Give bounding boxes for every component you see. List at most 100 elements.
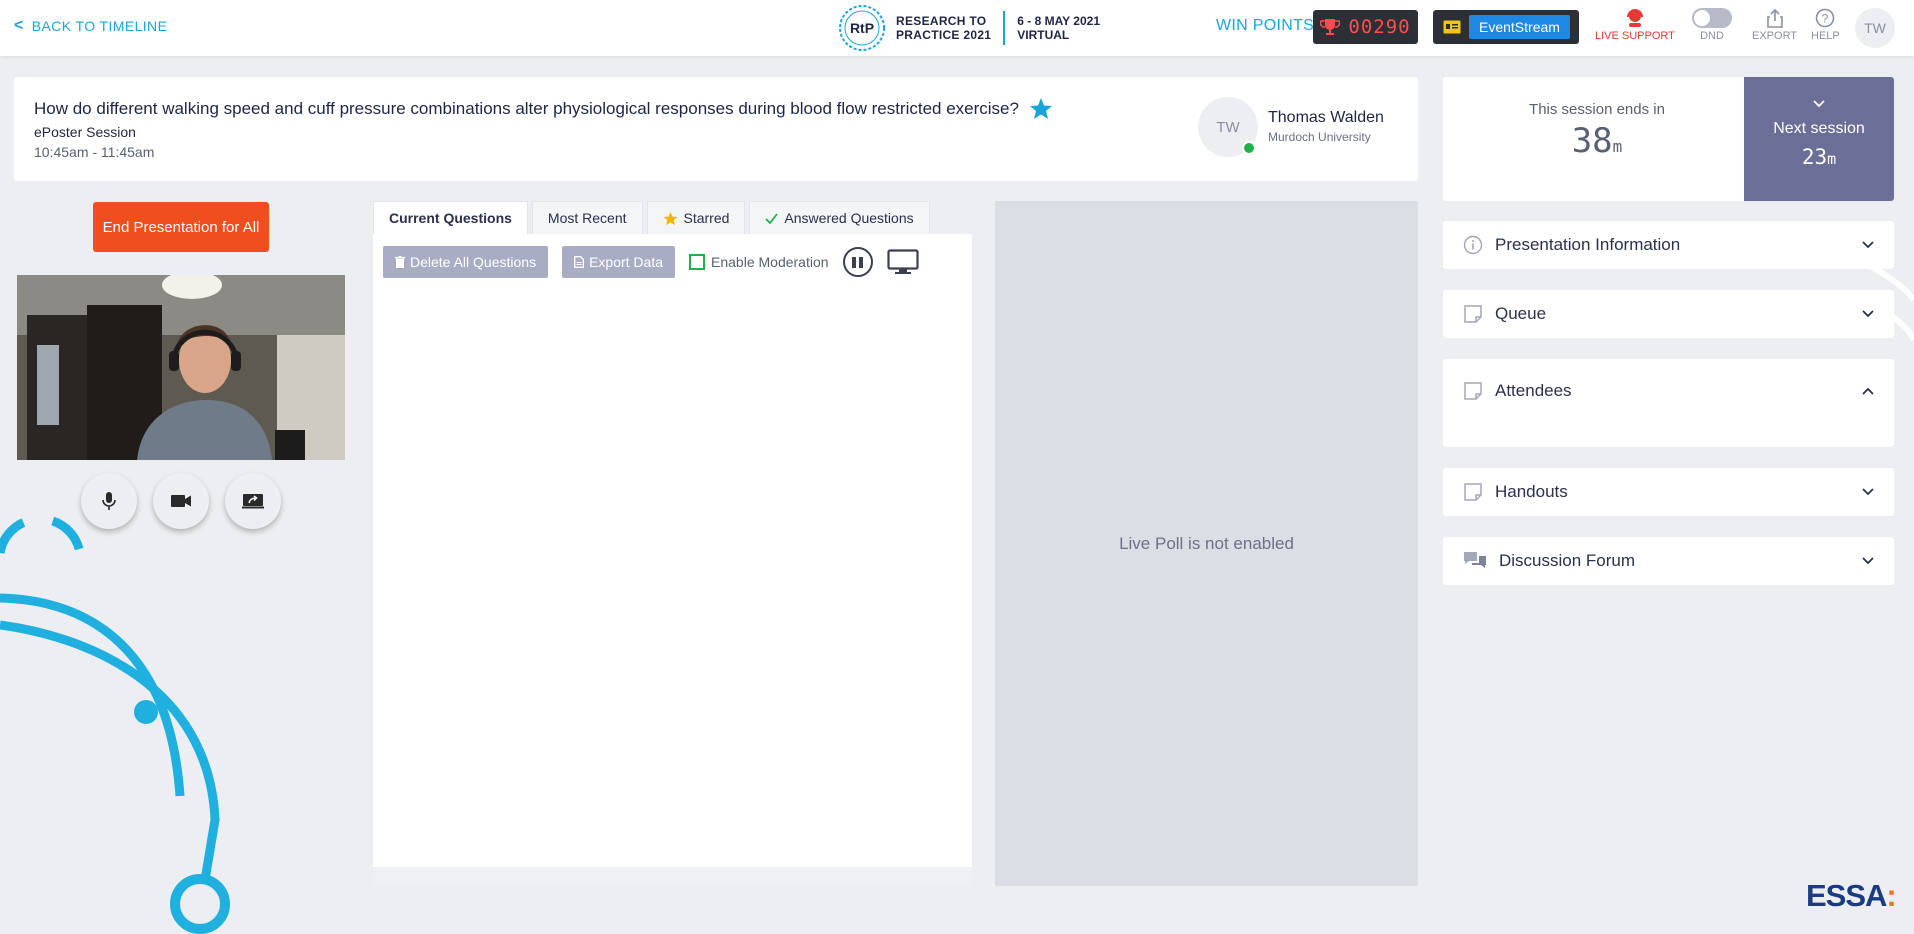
note-icon <box>1464 305 1482 323</box>
delete-all-questions-button[interactable]: Delete All Questions <box>383 246 549 278</box>
event-name-line2: PRACTICE 2021 <box>896 28 992 42</box>
points-value: 00290 <box>1348 16 1411 38</box>
event-date-line2: VIRTUAL <box>1017 28 1070 42</box>
accordion-presentation-information[interactable]: Presentation Information <box>1443 221 1894 269</box>
tab-answered-questions[interactable]: Answered Questions <box>749 201 930 234</box>
eventstream-label: EventStream <box>1469 15 1570 39</box>
session-time: 10:45am - 11:45am <box>34 144 155 160</box>
event-date-line1: 6 - 8 MAY 2021 <box>1017 14 1100 28</box>
questions-panel: Current Questions Most Recent Starred An… <box>373 201 972 886</box>
dnd-toggle[interactable]: DND <box>1692 8 1732 42</box>
accordion-title: Queue <box>1495 304 1547 323</box>
chevron-left-icon: < <box>14 17 24 34</box>
pause-icon <box>852 256 857 268</box>
share-screen-icon <box>242 494 264 509</box>
accordion-discussion-forum[interactable]: Discussion Forum <box>1443 537 1894 585</box>
event-name: RESEARCH TO PRACTICE 2021 <box>896 14 991 42</box>
session-ends-label: This session ends in <box>1529 101 1665 118</box>
trophy-icon <box>1320 19 1341 35</box>
next-session-label: Next session <box>1773 120 1865 137</box>
back-to-timeline-link[interactable]: < BACK TO TIMELINE <box>14 17 167 35</box>
help-label: HELP <box>1811 30 1840 42</box>
tab-label: Most Recent <box>547 210 627 226</box>
pause-button[interactable] <box>842 247 873 277</box>
accordion-header[interactable]: Presentation Information <box>1443 221 1894 269</box>
accordion-header[interactable]: Handouts <box>1443 468 1894 516</box>
win-points-label: WIN POINTS <box>1216 17 1315 34</box>
accordion-header[interactable]: Queue <box>1443 290 1894 338</box>
tab-current-questions[interactable]: Current Questions <box>373 201 528 234</box>
export-button[interactable]: EXPORT <box>1752 8 1797 42</box>
accordion-header[interactable]: Attendees <box>1443 359 1894 423</box>
camera-button[interactable] <box>153 473 209 529</box>
accordion-attendees[interactable]: Attendees <box>1443 359 1894 447</box>
end-presentation-button[interactable]: End Presentation for All <box>93 202 269 252</box>
accordion-title: Presentation Information <box>1495 235 1681 254</box>
enable-moderation-toggle[interactable]: Enable Moderation <box>689 254 829 270</box>
share-screen-button[interactable] <box>225 473 281 529</box>
accordion-title: Discussion Forum <box>1499 551 1636 570</box>
dnd-switch[interactable] <box>1692 8 1732 28</box>
session-header: How do different walking speed and cuff … <box>14 77 1418 181</box>
eventstream-button[interactable]: EventStream <box>1433 10 1579 44</box>
dnd-label: DND <box>1700 30 1724 42</box>
tab-label: Current Questions <box>389 210 512 226</box>
session-ends-number: 38 <box>1571 121 1613 161</box>
session-ends-unit: m <box>1612 137 1623 156</box>
export-data-button[interactable]: Export Data <box>562 246 676 278</box>
accordion-title: Attendees <box>1495 381 1572 400</box>
chevron-down-icon <box>1862 488 1874 496</box>
session-ends-value: 38m <box>1443 121 1751 161</box>
event-logo-text: RtP <box>850 20 874 36</box>
presenter-name[interactable]: Thomas Walden <box>1268 109 1384 127</box>
session-type: ePoster Session <box>34 124 136 140</box>
help-button[interactable]: ? HELP <box>1811 8 1840 42</box>
next-session-value: 23m <box>1744 145 1894 169</box>
monitor-icon[interactable] <box>886 249 919 275</box>
tab-most-recent[interactable]: Most Recent <box>531 201 643 234</box>
brand-divider <box>1003 11 1006 45</box>
accordion-header[interactable]: Discussion Forum <box>1443 537 1894 585</box>
questions-tabs: Current Questions Most Recent Starred An… <box>373 201 972 234</box>
export-data-label: Export Data <box>589 254 664 270</box>
accordion-queue[interactable]: Queue <box>1443 290 1894 338</box>
tab-starred[interactable]: Starred <box>646 201 746 234</box>
essa-logo: ESSA: <box>1806 878 1897 914</box>
next-session-number: 23 <box>1801 145 1828 169</box>
webcam-feed-image <box>17 275 345 460</box>
event-brand: RtP RESEARCH TO PRACTICE 2021 6 - 8 MAY … <box>836 3 1100 53</box>
questions-list: Delete All Questions Export Data Enable … <box>373 234 972 867</box>
help-icon: ? <box>1816 8 1835 28</box>
essa-logo-accent: : <box>1886 878 1896 913</box>
questions-toolbar: Delete All Questions Export Data Enable … <box>383 246 919 278</box>
chevron-down-icon <box>1862 310 1874 318</box>
chevron-down-icon <box>1862 557 1874 565</box>
camera-icon <box>171 495 191 507</box>
note-icon <box>1464 483 1482 501</box>
id-card-icon <box>1443 20 1461 34</box>
chevron-up-icon <box>1862 387 1874 395</box>
live-support-button[interactable]: LIVE SUPPORT <box>1595 8 1675 42</box>
document-icon <box>574 256 585 268</box>
event-logo-icon: RtP <box>839 5 885 51</box>
questions-footer <box>373 867 972 886</box>
moderation-checkbox[interactable] <box>689 254 706 270</box>
event-date: 6 - 8 MAY 2021 VIRTUAL <box>1017 14 1100 42</box>
microphone-button[interactable] <box>81 473 137 529</box>
presenter-organization: Murdoch University <box>1268 130 1371 144</box>
accordion-handouts[interactable]: Handouts <box>1443 468 1894 516</box>
enable-moderation-label: Enable Moderation <box>711 254 829 270</box>
live-poll-panel: Live Poll is not enabled <box>995 201 1418 886</box>
info-icon <box>1463 235 1483 255</box>
essa-logo-text: ESSA <box>1806 878 1887 913</box>
online-status-dot <box>1242 141 1256 155</box>
session-title-row: How do different walking speed and cuff … <box>34 97 1053 120</box>
chevron-down-icon <box>1862 241 1874 249</box>
next-session-button[interactable]: Next session 23m <box>1744 77 1894 201</box>
next-session-unit: m <box>1827 150 1837 168</box>
points-display[interactable]: 00290 <box>1313 10 1418 44</box>
note-icon <box>1464 382 1482 400</box>
user-avatar[interactable]: TW <box>1855 8 1895 48</box>
export-label: EXPORT <box>1752 30 1798 42</box>
star-icon[interactable] <box>1029 97 1053 120</box>
